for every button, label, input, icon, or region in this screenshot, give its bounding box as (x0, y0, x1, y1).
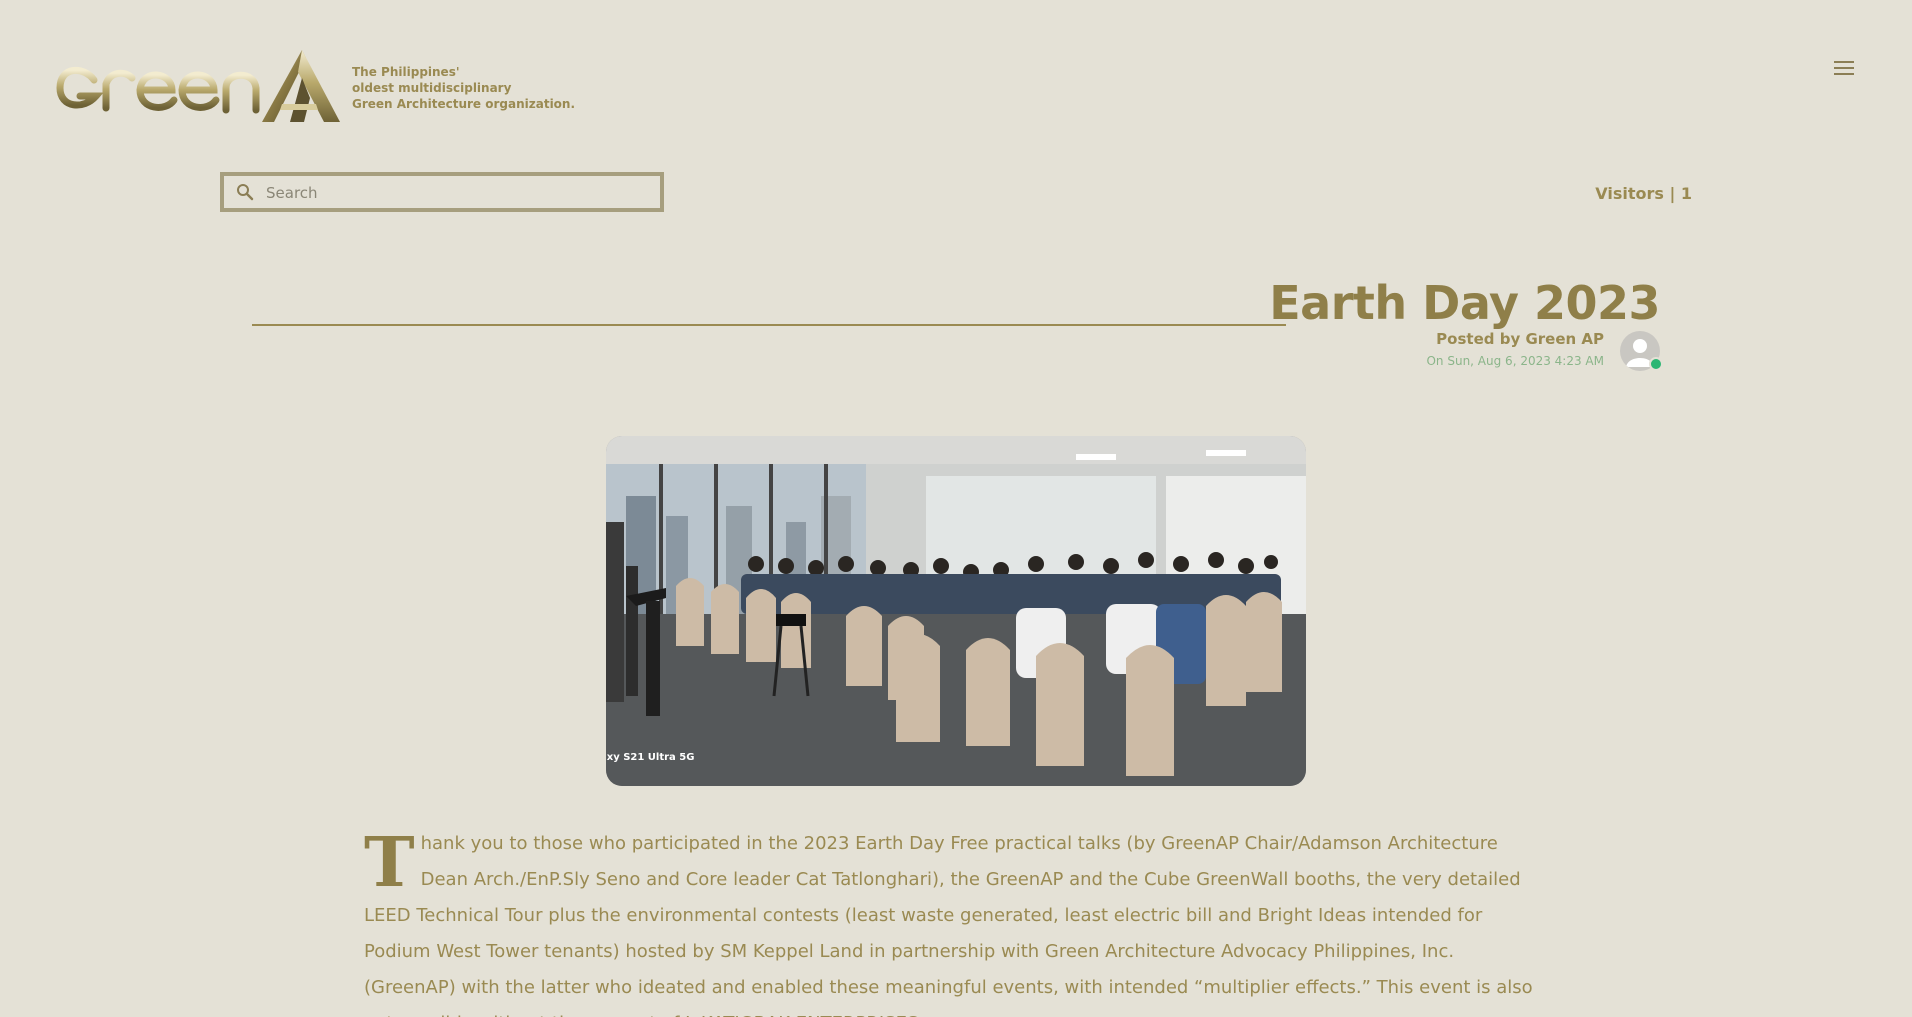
page: The Philippines' oldest multidisciplinar… (0, 0, 1912, 1017)
post-date: On Sun, Aug 6, 2023 4:23 AM (1426, 354, 1604, 368)
image-caption: axy S21 Ultra 5G (606, 752, 695, 763)
search-icon (237, 184, 254, 201)
online-status-badge (1649, 357, 1663, 371)
tagline-line-1: The Philippines' (352, 65, 460, 79)
search-input[interactable] (264, 180, 648, 206)
visitor-counter: Visitors | 1 (1595, 184, 1692, 203)
post-image[interactable]: axy S21 Ultra 5G (606, 436, 1306, 786)
title-divider (252, 324, 1286, 326)
event-photo (606, 436, 1306, 786)
menu-bar (1834, 67, 1854, 69)
drop-cap: T (364, 823, 415, 903)
menu-bar (1834, 73, 1854, 75)
post-title: Earth Day 2023 (1269, 276, 1660, 330)
post-body: T hank you to those who participated in … (364, 826, 1544, 1017)
menu-bar (1834, 61, 1854, 63)
post-body-text: hank you to those who participated in th… (364, 833, 1533, 1017)
tagline-line-3: Green Architecture organization. (352, 97, 576, 111)
post-author[interactable]: Posted by Green AP (1436, 330, 1604, 348)
greenap-logo[interactable] (54, 48, 340, 126)
tagline: The Philippines' oldest multidisciplinar… (352, 64, 575, 112)
hamburger-menu-icon[interactable] (1832, 58, 1856, 78)
search-box[interactable] (220, 172, 664, 212)
tagline-line-2: oldest multidisciplinary (352, 81, 512, 95)
greenap-logo-icon (56, 50, 340, 122)
